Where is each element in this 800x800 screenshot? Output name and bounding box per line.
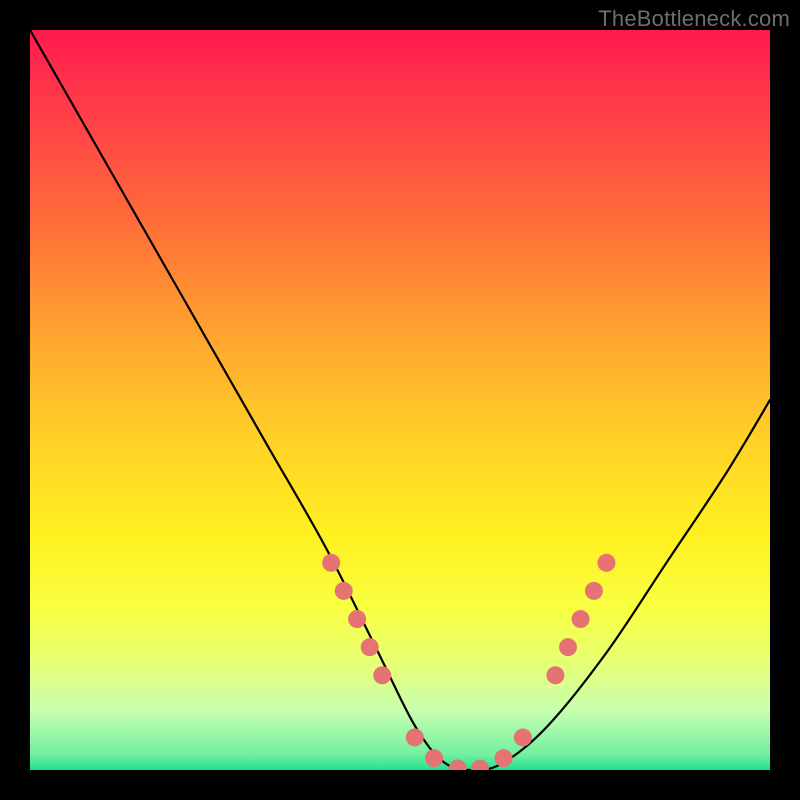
marker-dot bbox=[425, 749, 443, 767]
marker-dot bbox=[572, 610, 590, 628]
watermark-text: TheBottleneck.com bbox=[598, 6, 790, 32]
marker-dot bbox=[335, 582, 353, 600]
marker-dot bbox=[406, 728, 424, 746]
marker-dot bbox=[597, 554, 615, 572]
curve-layer bbox=[30, 30, 770, 770]
marker-dot bbox=[361, 638, 379, 656]
marker-dot bbox=[546, 666, 564, 684]
marker-dot bbox=[471, 760, 489, 770]
marker-dot bbox=[449, 760, 467, 770]
marker-dot bbox=[585, 582, 603, 600]
marker-dot bbox=[559, 638, 577, 656]
marker-dot bbox=[373, 666, 391, 684]
marker-dot bbox=[322, 554, 340, 572]
chart-frame: TheBottleneck.com bbox=[0, 0, 800, 800]
plot-area bbox=[30, 30, 770, 770]
marker-dot bbox=[495, 749, 513, 767]
marker-dot bbox=[348, 610, 366, 628]
bottleneck-curve bbox=[30, 30, 770, 770]
marker-dots bbox=[322, 554, 615, 770]
marker-dot bbox=[514, 728, 532, 746]
